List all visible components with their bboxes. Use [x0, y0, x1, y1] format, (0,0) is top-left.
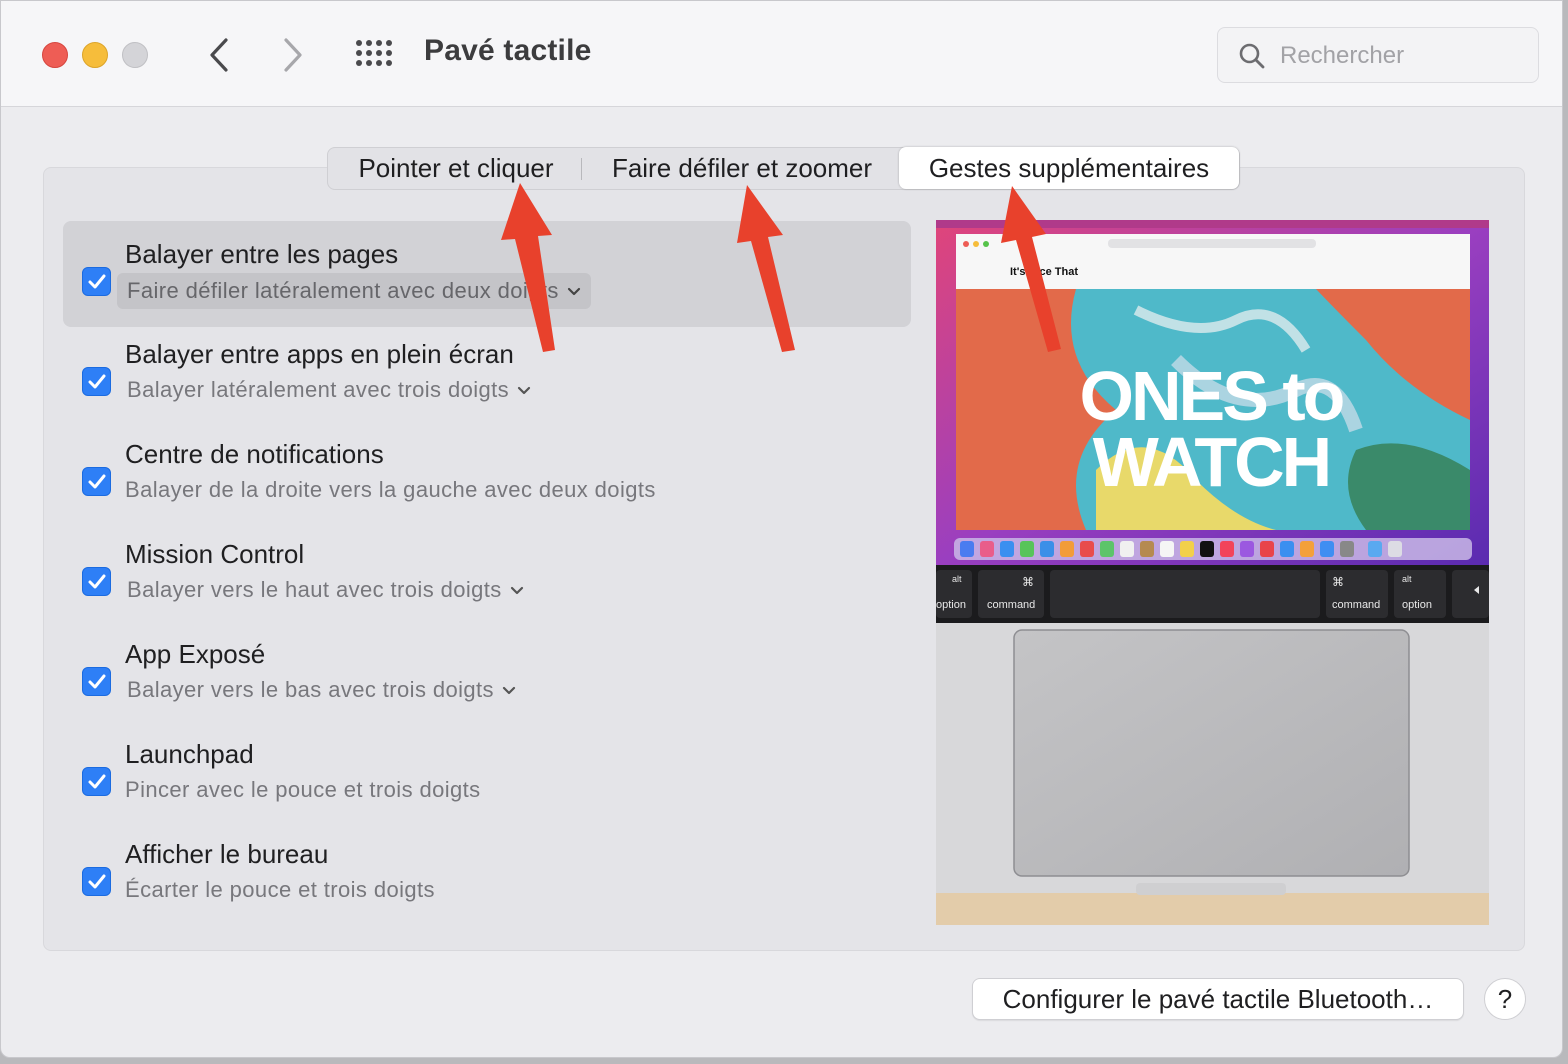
checkbox-app-expose[interactable]: [82, 667, 111, 696]
gesture-item-centre-notifications[interactable]: Centre de notifications Balayer de la dr…: [81, 439, 901, 519]
gesture-item-launchpad[interactable]: Launchpad Pincer avec le pouce et trois …: [81, 739, 901, 819]
grid-icon: [356, 40, 392, 66]
gesture-option-menu[interactable]: Balayer vers le haut avec trois doigts: [127, 577, 524, 603]
system-preferences-window: Pavé tactile Rechercher Pointer et cliqu…: [0, 0, 1563, 1058]
gesture-item-mission-control[interactable]: Mission Control Balayer vers le haut ave…: [81, 539, 901, 619]
gesture-title: App Exposé: [125, 639, 266, 669]
key-command-left: command: [987, 599, 1035, 611]
gesture-subtitle: Pincer avec le pouce et trois doigts: [125, 777, 481, 802]
close-button[interactable]: [42, 42, 68, 68]
key-option-right: option: [1402, 599, 1432, 611]
zoom-button[interactable]: [122, 42, 148, 68]
gesture-option-menu[interactable]: Faire défiler latéralement avec deux doi…: [117, 273, 591, 309]
tab-bar: Pointer et cliquer Faire défiler et zoom…: [327, 147, 1240, 190]
gesture-title: Balayer entre les pages: [125, 239, 399, 269]
checkmark-icon: [88, 674, 105, 688]
checkbox-balayer-pages[interactable]: [82, 267, 111, 296]
checkmark-icon: [88, 574, 105, 588]
gesture-title: Balayer entre apps en plein écran: [125, 339, 514, 369]
configure-bluetooth-trackpad-button[interactable]: Configurer le pavé tactile Bluetooth…: [972, 978, 1464, 1020]
gesture-title: Mission Control: [125, 539, 305, 569]
checkmark-icon: [88, 874, 105, 888]
minimize-button[interactable]: [82, 42, 108, 68]
trackpad: [1013, 629, 1410, 877]
tab-faire-defiler-et-zoomer[interactable]: Faire défiler et zoomer: [584, 148, 900, 189]
back-button[interactable]: [199, 33, 239, 77]
gesture-subtitle: Écarter le pouce et trois doigts: [125, 877, 435, 902]
help-button[interactable]: ?: [1484, 978, 1526, 1020]
gesture-item-balayer-pages[interactable]: Balayer entre les pages Faire défiler la…: [81, 239, 901, 319]
gesture-title: Centre de notifications: [125, 439, 384, 469]
gesture-item-apps-plein-ecran[interactable]: Balayer entre apps en plein écran Balaye…: [81, 339, 901, 419]
chevron-down-icon: [510, 587, 523, 595]
key-cmd-symbol-left: ⌘: [1022, 575, 1034, 589]
macbook-preview-illustration: It's Nice That ONES to WATCH alt option …: [936, 220, 1489, 925]
checkbox-afficher-bureau[interactable]: [82, 867, 111, 896]
title-bar: Pavé tactile Rechercher: [1, 1, 1562, 107]
chevron-down-icon: [502, 687, 516, 695]
preview-headline-line2: WATCH: [1093, 423, 1329, 501]
chevron-down-icon: [567, 288, 580, 296]
chevron-down-icon: [517, 387, 531, 395]
gesture-subtitle: Balayer vers le haut avec trois doigts: [127, 577, 502, 602]
forward-button[interactable]: [273, 33, 313, 77]
site-name: It's Nice That: [1010, 266, 1078, 278]
gesture-option-menu[interactable]: Balayer vers le bas avec trois doigts: [127, 677, 516, 703]
checkbox-centre-notifications[interactable]: [82, 467, 111, 496]
key-command-right: command: [1332, 599, 1380, 611]
gesture-title: Launchpad: [125, 739, 254, 769]
tab-gestes-supplementaires[interactable]: Gestes supplémentaires: [899, 147, 1239, 189]
chevron-right-icon: [284, 38, 302, 72]
gesture-item-afficher-bureau[interactable]: Afficher le bureau Écarter le pouce et t…: [81, 839, 901, 919]
checkbox-launchpad[interactable]: [82, 767, 111, 796]
gesture-title: Afficher le bureau: [125, 839, 329, 869]
search-icon: [1239, 43, 1265, 69]
gesture-option-menu[interactable]: Balayer latéralement avec trois doigts: [127, 377, 531, 403]
gesture-preview-video: It's Nice That ONES to WATCH alt option …: [936, 220, 1489, 925]
key-alt-right: alt: [1402, 574, 1412, 584]
gesture-subtitle: Balayer latéralement avec trois doigts: [127, 377, 510, 402]
checkmark-icon: [88, 774, 105, 788]
gesture-item-app-expose[interactable]: App Exposé Balayer vers le bas avec troi…: [81, 639, 901, 719]
checkbox-apps-plein-ecran[interactable]: [82, 367, 111, 396]
checkmark-icon: [88, 274, 105, 288]
search-placeholder: Rechercher: [1280, 42, 1405, 69]
tab-separator: [581, 158, 582, 180]
gesture-subtitle: Faire défiler latéralement avec deux doi…: [127, 278, 559, 303]
chevron-left-icon: [210, 38, 228, 72]
checkmark-icon: [88, 374, 105, 388]
search-field[interactable]: Rechercher: [1217, 27, 1539, 83]
window-title: Pavé tactile: [424, 34, 592, 67]
show-all-button[interactable]: [353, 39, 397, 71]
gesture-subtitle: Balayer de la droite vers la gauche avec…: [125, 477, 656, 502]
tab-pointer-et-cliquer[interactable]: Pointer et cliquer: [328, 148, 584, 189]
checkmark-icon: [88, 474, 105, 488]
key-cmd-symbol-right: ⌘: [1332, 575, 1344, 589]
checkbox-mission-control[interactable]: [82, 567, 111, 596]
key-alt-left: alt: [952, 574, 962, 584]
key-option-left: option: [936, 599, 966, 611]
gesture-subtitle: Balayer vers le bas avec trois doigts: [127, 677, 494, 702]
